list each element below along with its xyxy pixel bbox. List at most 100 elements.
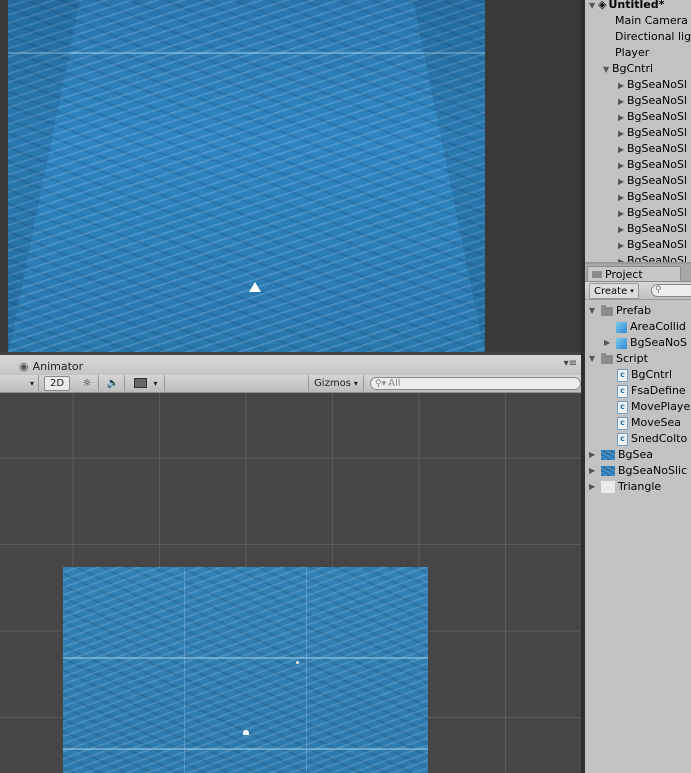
hierarchy-item-label: BgSeaNoSl <box>627 78 688 91</box>
collapsed-arrow-icon[interactable]: ▶ <box>618 206 627 222</box>
scene-sea-sprites[interactable] <box>63 567 428 773</box>
project-item-label: Prefab <box>616 304 652 317</box>
scene-name: Untitled* <box>608 0 665 11</box>
scene-canvas[interactable] <box>0 393 581 773</box>
csharp-script-icon: c <box>617 384 628 398</box>
panel-menu-icon[interactable]: ▾≡ <box>564 358 577 369</box>
lighting-toggle[interactable]: ☼ <box>76 375 99 391</box>
sprite-seam <box>306 567 307 773</box>
audio-toggle[interactable]: 🔈 <box>102 375 125 391</box>
tab-project[interactable]: Project <box>587 266 681 281</box>
chevron-down-icon: ▾ <box>153 378 158 388</box>
project-item[interactable]: c SnedColto <box>617 431 687 447</box>
hierarchy-item[interactable]: ▶ BgSeaNoSl <box>618 77 687 93</box>
search-placeholder: All <box>388 378 401 389</box>
mode-2d-button[interactable]: 2D <box>44 376 70 391</box>
hierarchy-item[interactable]: Main Camera <box>615 13 688 29</box>
gizmos-label: Gizmos <box>314 377 351 389</box>
scene-player-sprite[interactable] <box>243 730 249 735</box>
expand-arrow-icon[interactable]: ▼ <box>603 62 612 78</box>
folder-icon <box>601 304 613 316</box>
image-icon <box>134 378 148 388</box>
prefab-cube-icon <box>616 321 627 333</box>
effects-toggle[interactable]: ▾ <box>128 375 165 391</box>
expand-arrow-icon[interactable]: ▼ <box>589 303 598 319</box>
collapsed-arrow-icon[interactable]: ▶ <box>618 94 627 110</box>
hierarchy-item[interactable]: ▶ BgSeaNoSl <box>618 189 687 205</box>
unity-scene-icon: ◈ <box>598 0 607 11</box>
create-button[interactable]: Create ▾ <box>589 283 639 299</box>
player-triangle <box>249 282 261 292</box>
hierarchy-item[interactable]: ▶ BgSeaNoSl <box>618 173 687 189</box>
project-item[interactable]: ▶ BgSeaNoSlic <box>589 463 687 479</box>
collapsed-arrow-icon[interactable]: ▶ <box>589 463 598 479</box>
project-tab-bar: Project <box>585 264 691 282</box>
project-item[interactable]: AreaCollid <box>616 319 686 335</box>
hierarchy-item[interactable]: ▼ BgCntrl <box>603 61 653 77</box>
tab-animator[interactable]: ◉ Animator <box>11 357 91 375</box>
project-item[interactable]: c MovePlaye <box>617 399 690 415</box>
chevron-down-icon: ▾ <box>353 378 358 388</box>
collapsed-arrow-icon[interactable]: ▶ <box>618 174 627 190</box>
hierarchy-item[interactable]: ▶ BgSeaNoSl <box>618 237 687 253</box>
project-item-label: MovePlaye <box>631 400 691 413</box>
project-search-input[interactable]: ⚲ <box>651 284 691 297</box>
hierarchy-item[interactable]: ▶ BgSeaNoSl <box>618 205 687 221</box>
sun-icon: ☼ <box>82 377 92 389</box>
collider-gizmo <box>296 661 299 664</box>
tile-seam <box>8 52 485 54</box>
project-item[interactable]: ▼ Script <box>589 351 648 367</box>
tile-shading <box>8 0 80 355</box>
project-item[interactable]: ▶ BgSeaNoS <box>604 335 687 351</box>
project-item[interactable]: c MoveSea <box>617 415 681 431</box>
hierarchy-item[interactable]: ▶ BgSeaNoSl <box>618 221 687 237</box>
project-item[interactable]: ▶ Triangle <box>589 479 661 495</box>
sprite-seam <box>63 657 428 659</box>
project-item-label: SnedColto <box>631 432 688 445</box>
game-view[interactable] <box>0 0 581 355</box>
collapsed-arrow-icon[interactable]: ▶ <box>618 78 627 94</box>
project-item-label: AreaCollid <box>630 320 686 333</box>
hierarchy-item-label: BgSeaNoSl <box>627 94 688 107</box>
collapsed-arrow-icon[interactable]: ▶ <box>618 158 627 174</box>
hierarchy-item-label: BgSeaNoSl <box>627 158 688 171</box>
hierarchy-item[interactable]: ▶ BgSeaNoSl <box>618 93 687 109</box>
hierarchy-item[interactable]: Player <box>615 45 649 61</box>
collapsed-arrow-icon[interactable]: ▶ <box>618 142 627 158</box>
gizmos-dropdown[interactable]: Gizmos ▾ <box>308 375 364 391</box>
collapsed-arrow-icon[interactable]: ▶ <box>618 222 627 238</box>
collapsed-arrow-icon[interactable]: ▶ <box>618 190 627 206</box>
csharp-script-icon: c <box>617 416 628 430</box>
hierarchy-item[interactable]: ▶ BgSeaNoSl <box>618 141 687 157</box>
project-item[interactable]: ▼ Prefab <box>589 303 651 319</box>
project-item-label: BgSea <box>618 448 654 461</box>
collapsed-arrow-icon[interactable]: ▶ <box>589 447 598 463</box>
hierarchy-item[interactable]: Directional lig <box>615 29 691 45</box>
project-item-label: FsaDefine <box>631 384 686 397</box>
scene-search-input[interactable]: ⚲▾ All <box>370 377 581 390</box>
texture-icon <box>601 466 615 476</box>
hierarchy-item[interactable]: ▶ BgSeaNoSl <box>618 109 687 125</box>
collapsed-arrow-icon[interactable]: ▶ <box>618 126 627 142</box>
csharp-script-icon: c <box>617 432 628 446</box>
hierarchy-scene-root[interactable]: ▼ ◈ Untitled* <box>589 0 664 13</box>
collapsed-arrow-icon[interactable]: ▶ <box>618 238 627 254</box>
expand-arrow-icon[interactable]: ▼ <box>589 0 598 14</box>
hierarchy-item-label: BgSeaNoSl <box>627 222 688 235</box>
hierarchy-item[interactable]: ▶ BgSeaNoSl <box>618 125 687 141</box>
collapsed-arrow-icon[interactable]: ▶ <box>618 110 627 126</box>
expand-arrow-icon[interactable]: ▼ <box>589 351 598 367</box>
shading-mode-dropdown[interactable]: ▾ <box>0 375 39 391</box>
project-item[interactable]: c FsaDefine <box>617 383 686 399</box>
project-item[interactable]: c BgCntrl <box>617 367 672 383</box>
collapsed-arrow-icon[interactable]: ▶ <box>618 254 627 262</box>
hierarchy-item[interactable]: ▶ BgSeaNoSl <box>618 253 687 262</box>
hierarchy-item[interactable]: ▶ BgSeaNoSl <box>618 157 687 173</box>
collapsed-arrow-icon[interactable]: ▶ <box>589 479 598 495</box>
project-item-label: MoveSea <box>631 416 681 429</box>
search-icon: ⚲ <box>655 285 662 295</box>
csharp-script-icon: c <box>617 400 628 414</box>
collapsed-arrow-icon[interactable]: ▶ <box>604 335 613 351</box>
sprite-seam <box>63 748 428 750</box>
project-item[interactable]: ▶ BgSea <box>589 447 653 463</box>
